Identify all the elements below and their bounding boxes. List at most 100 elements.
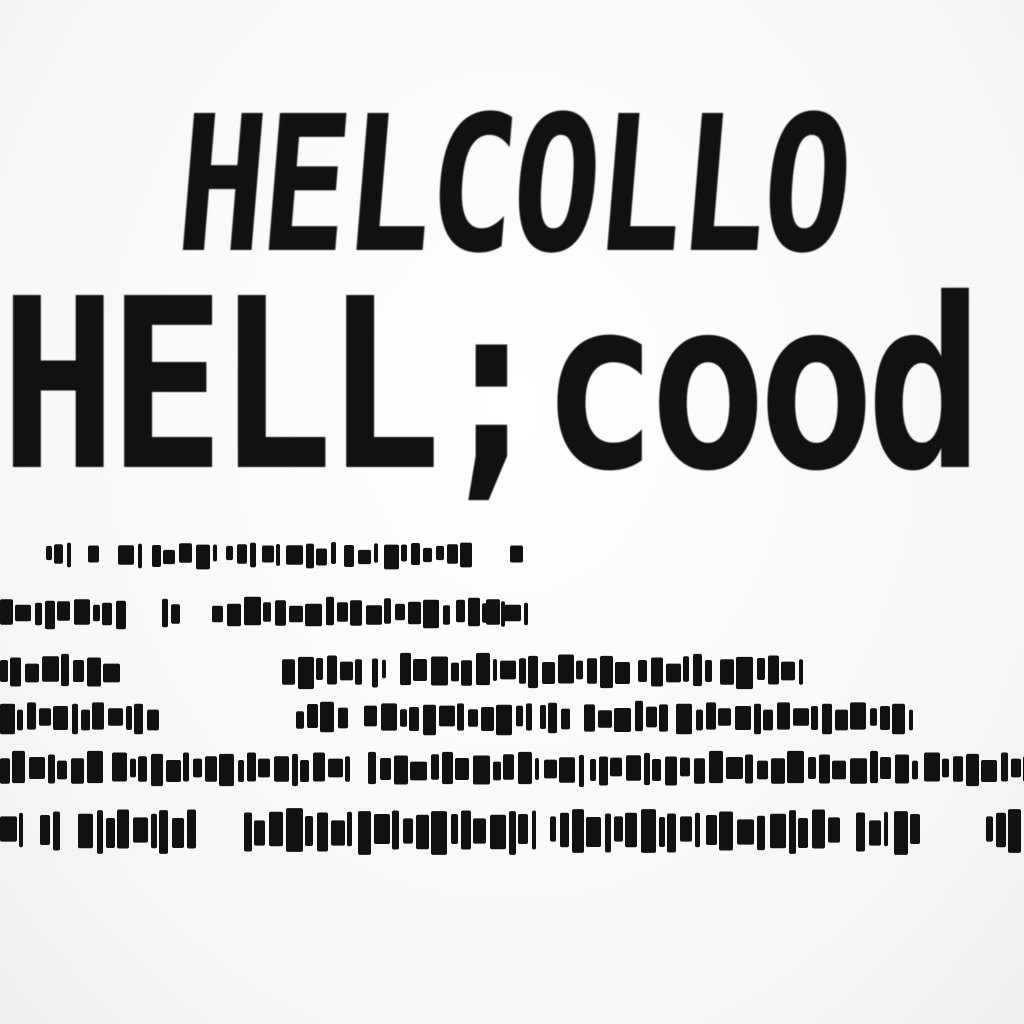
scribble-glyph bbox=[103, 663, 120, 683]
scribble-glyph bbox=[331, 541, 336, 565]
scribble-glyph bbox=[516, 705, 523, 727]
scribble-glyph bbox=[27, 702, 36, 730]
scribble-glyph bbox=[496, 704, 512, 736]
scribble-glyph bbox=[599, 756, 608, 786]
scribble-glyph bbox=[15, 604, 31, 622]
scribble-glyph bbox=[540, 705, 546, 729]
scribble-glyph bbox=[819, 754, 830, 784]
scribble-glyph bbox=[320, 701, 334, 733]
scribble-glyph bbox=[500, 660, 516, 680]
scribble-glyph bbox=[306, 543, 314, 569]
scribble-glyph bbox=[67, 542, 71, 568]
scribble-glyph bbox=[468, 709, 478, 727]
scribble-glyph bbox=[451, 814, 458, 844]
scribble-glyph bbox=[680, 757, 690, 777]
scribble-glyph bbox=[54, 544, 63, 564]
scribble-glyph bbox=[644, 752, 650, 786]
scribble-glyph bbox=[457, 703, 464, 731]
scribble-glyph bbox=[610, 757, 622, 777]
scribble-glyph bbox=[757, 657, 765, 681]
scribble-glyph bbox=[381, 703, 397, 731]
scribble-glyph bbox=[87, 657, 101, 687]
scribble-glyph bbox=[431, 754, 439, 780]
scribble-glyph bbox=[118, 545, 134, 565]
scribble-glyph bbox=[147, 709, 159, 731]
scribble-glyph bbox=[705, 659, 712, 683]
scribble-glyph bbox=[254, 820, 265, 846]
scribble-glyph bbox=[368, 751, 376, 785]
scribble-glyph bbox=[486, 599, 500, 625]
scribble-glyph bbox=[614, 708, 631, 732]
scribble-glyph bbox=[134, 703, 143, 735]
scribble-glyph bbox=[17, 709, 23, 731]
scribble-glyph bbox=[532, 810, 536, 850]
scribble-glyph bbox=[187, 809, 196, 849]
scribble-glyph bbox=[493, 658, 497, 682]
scribble-glyph bbox=[57, 760, 67, 780]
scribble-glyph bbox=[490, 814, 506, 850]
scribble-glyph bbox=[646, 706, 657, 728]
scribble-glyph bbox=[736, 656, 753, 690]
scribble-glyph bbox=[652, 758, 661, 782]
scribble-glyph bbox=[694, 758, 705, 784]
scribble-glyph bbox=[258, 758, 270, 778]
scribble-glyph bbox=[605, 813, 611, 853]
scribble-glyph bbox=[380, 757, 391, 781]
scribble-glyph bbox=[340, 661, 353, 681]
scribble-glyph bbox=[787, 750, 804, 784]
scribble-glyph bbox=[635, 700, 643, 732]
scribble-glyph bbox=[510, 545, 523, 563]
scribble-glyph bbox=[659, 817, 665, 847]
scribble-glyph bbox=[40, 815, 50, 845]
scribble-glyph bbox=[152, 544, 161, 568]
scribble-glyph bbox=[244, 812, 252, 852]
scribble-glyph bbox=[909, 709, 913, 731]
scribble-glyph bbox=[966, 753, 979, 787]
scribble-glyph bbox=[481, 707, 494, 731]
scribble-glyph bbox=[870, 708, 877, 726]
scribble-glyph bbox=[461, 810, 471, 850]
scribble-glyph bbox=[394, 755, 408, 785]
scribble-glyph bbox=[392, 810, 399, 850]
scribble-glyph bbox=[503, 754, 514, 780]
scribble-glyph bbox=[45, 600, 55, 630]
scribble-glyph bbox=[350, 600, 362, 626]
scribble-glyph bbox=[473, 755, 490, 785]
scribble-glyph bbox=[289, 605, 303, 623]
scribble-glyph bbox=[476, 652, 490, 686]
scribble-glyph bbox=[572, 809, 584, 853]
scribble-glyph bbox=[719, 811, 733, 851]
scribble-glyph bbox=[706, 815, 717, 845]
scribble-glyph bbox=[400, 652, 411, 686]
scribble-glyph bbox=[641, 809, 656, 853]
scribble-glyph bbox=[676, 703, 692, 735]
scribble-glyph bbox=[436, 545, 444, 561]
scribble-glyph bbox=[665, 756, 677, 786]
scribble-glyph bbox=[892, 703, 905, 735]
scribble-glyph bbox=[439, 705, 455, 727]
scribble-glyph bbox=[327, 655, 337, 685]
scribble-glyph bbox=[237, 544, 247, 564]
scribble-glyph bbox=[296, 711, 304, 729]
scribble-glyph bbox=[561, 708, 570, 730]
scribble-glyph bbox=[305, 816, 313, 846]
scribble-glyph bbox=[227, 603, 241, 627]
scribble-glyph bbox=[542, 661, 555, 685]
scribble-glyph bbox=[461, 660, 472, 686]
scribble-glyph bbox=[130, 758, 136, 778]
illegible-scribble-lines bbox=[0, 541, 1024, 855]
scribble-glyph bbox=[524, 602, 528, 626]
scribble-glyph bbox=[626, 755, 641, 781]
scribble-glyph bbox=[880, 756, 891, 780]
scribble-glyph bbox=[996, 812, 1006, 848]
scribble-glyph bbox=[409, 707, 419, 731]
scribble-glyph bbox=[924, 752, 940, 782]
scribble-glyph bbox=[42, 656, 59, 682]
scribble-glyph bbox=[0, 659, 8, 683]
scribble-glyph bbox=[151, 753, 163, 787]
scribble-glyph bbox=[518, 751, 532, 785]
scribble-glyph bbox=[587, 658, 597, 684]
scribble-glyph bbox=[337, 602, 348, 622]
scribble-glyph bbox=[718, 708, 731, 726]
scribble-glyph bbox=[53, 706, 68, 730]
